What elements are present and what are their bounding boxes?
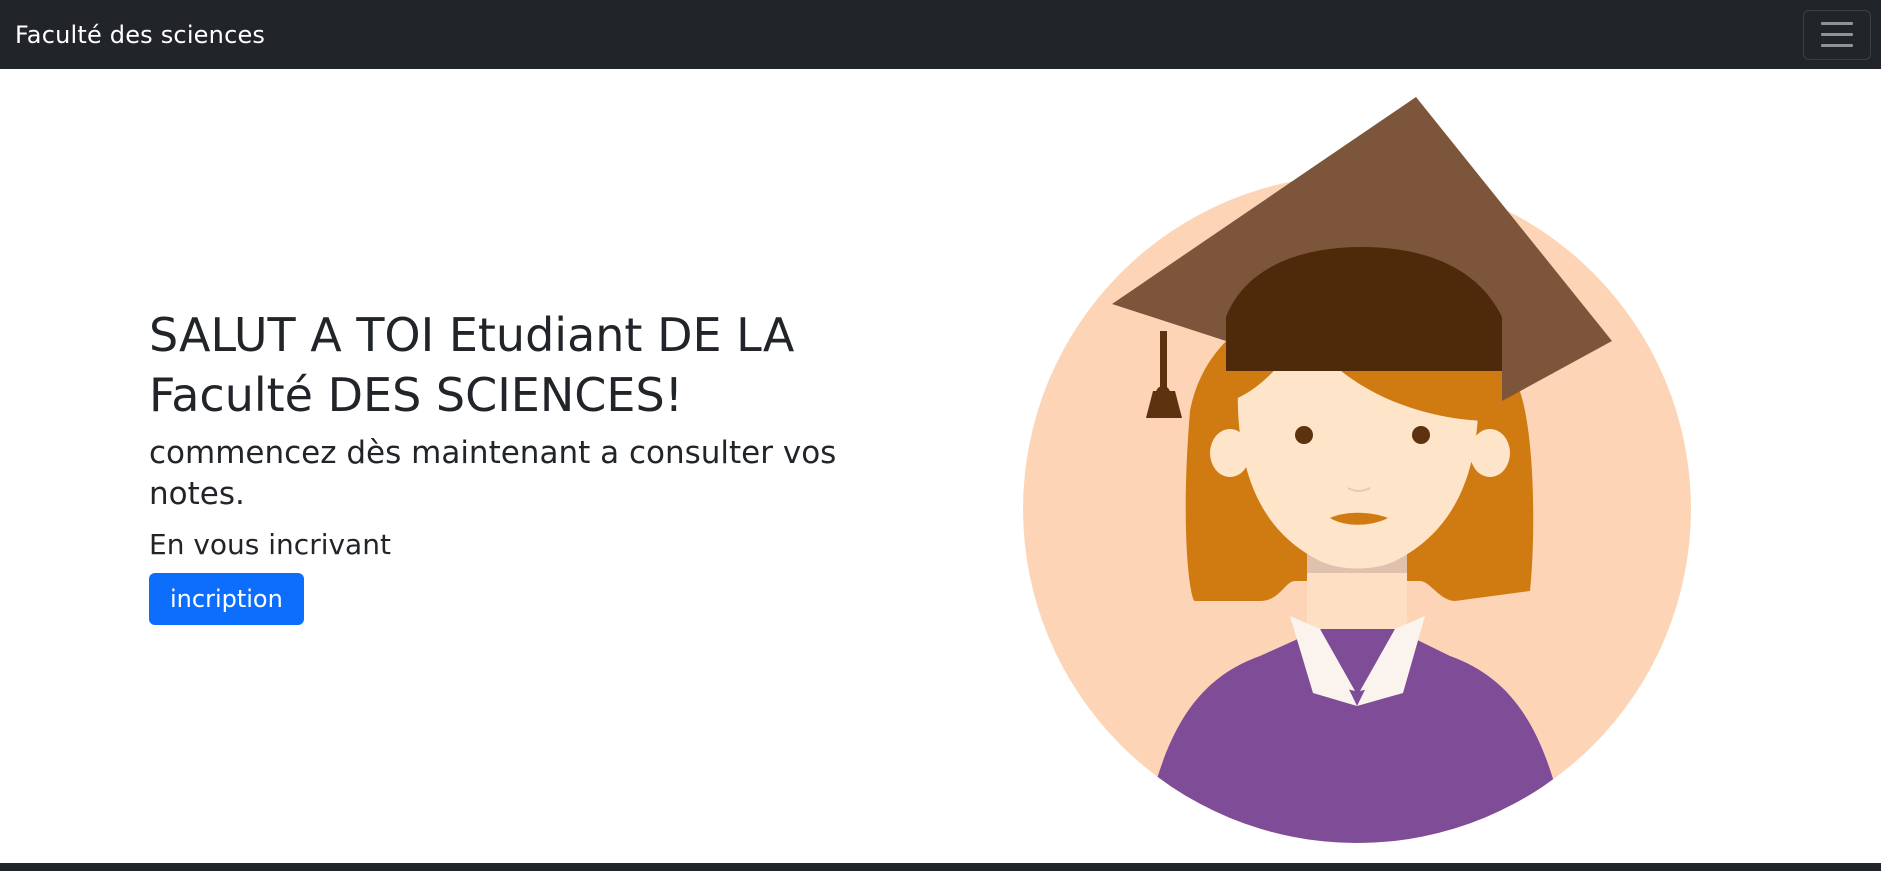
hero-small-text: En vous incrivant <box>149 528 391 561</box>
hero-subtitle: commencez dès maintenant a consulter vos… <box>149 435 837 512</box>
hamburger-menu-icon <box>1821 22 1853 47</box>
hero-section: SALUT A TOI Etudiant DE LA Faculté DES S… <box>0 69 1881 863</box>
navbar-toggler-button[interactable] <box>1803 9 1871 60</box>
navbar-brand[interactable]: Faculté des sciences <box>15 21 265 49</box>
hero-title: SALUT A TOI Etudiant DE LA Faculté DES S… <box>149 308 795 422</box>
footer-strip <box>0 863 1881 871</box>
hero-text-block: SALUT A TOI Etudiant DE LA Faculté DES S… <box>149 305 869 625</box>
inscription-button[interactable]: incription <box>149 573 304 625</box>
graduate-student-illustration <box>1023 97 1691 843</box>
top-navbar: Faculté des sciences <box>0 0 1881 69</box>
